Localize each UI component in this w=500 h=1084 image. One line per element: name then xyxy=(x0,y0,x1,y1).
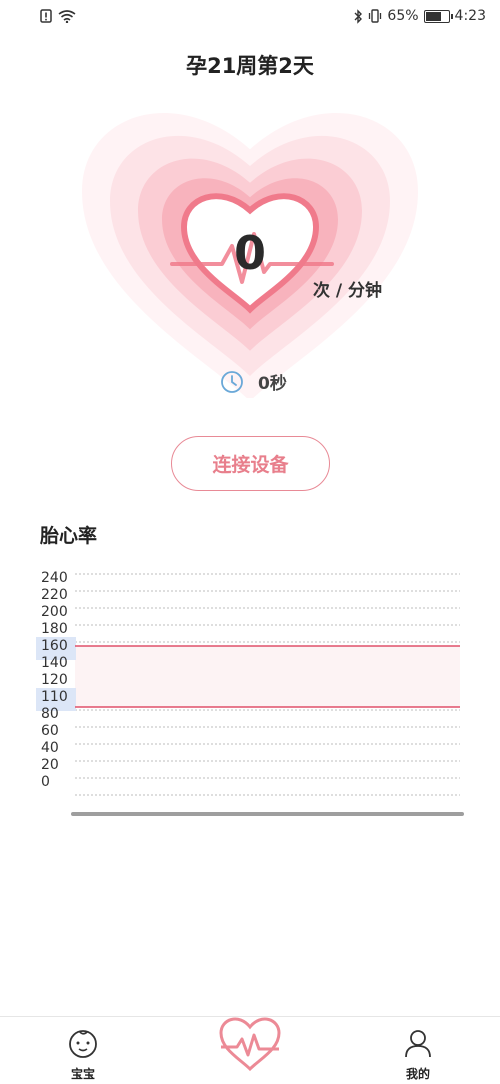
nav-label-mine: 我的 xyxy=(405,1067,430,1081)
connect-device-label: 连接设备 xyxy=(212,454,289,476)
y-tick-label: 220 xyxy=(41,587,68,603)
y-tick-label: 120 xyxy=(41,672,68,688)
fetal-heart-rate-title: 胎心率 xyxy=(40,525,98,547)
status-right: 65% 4:23 xyxy=(353,8,486,24)
y-tick-label: 110 xyxy=(41,689,68,705)
battery-icon xyxy=(423,9,453,23)
y-tick-label: 200 xyxy=(41,604,68,620)
y-tick-label: 160 xyxy=(41,638,68,654)
person-icon xyxy=(405,1030,431,1058)
duration-timer: 0秒 xyxy=(220,369,287,394)
bottom-nav: 宝宝 我的 xyxy=(0,1016,500,1084)
alert-icon xyxy=(40,9,52,23)
baby-face-icon xyxy=(69,1030,97,1058)
y-tick-label: 80 xyxy=(41,706,59,722)
duration-value: 0秒 xyxy=(258,374,287,394)
fetal-heart-rate-chart: 240220200180160140120110806040200 xyxy=(36,570,464,816)
chart-scroll-track xyxy=(71,812,464,816)
status-time: 4:23 xyxy=(454,8,486,24)
y-tick-label: 140 xyxy=(41,655,68,671)
wifi-icon xyxy=(58,10,76,23)
heartbeat-icon xyxy=(219,1017,281,1072)
y-tick-label: 0 xyxy=(41,774,50,790)
nav-item-baby[interactable]: 宝宝 xyxy=(53,1027,113,1082)
y-tick-label: 20 xyxy=(41,757,59,773)
y-tick-label: 240 xyxy=(41,570,68,586)
status-bar: 65% 4:23 xyxy=(0,0,500,38)
y-tick-label: 180 xyxy=(41,621,68,637)
battery-percent: 65% xyxy=(387,8,419,24)
clock-icon xyxy=(221,370,243,393)
page-title: 孕21周第2天 xyxy=(186,54,314,78)
y-tick-label: 40 xyxy=(41,740,59,756)
bpm-unit: 次 / 分钟 xyxy=(313,281,383,301)
status-left xyxy=(40,9,76,23)
bluetooth-icon xyxy=(354,8,363,24)
nav-item-heartbeat[interactable] xyxy=(215,1007,285,1077)
nav-item-mine[interactable]: 我的 xyxy=(388,1027,448,1082)
bpm-value: 0 xyxy=(233,226,266,280)
normal-range-band xyxy=(75,646,460,707)
nav-label-baby: 宝宝 xyxy=(70,1067,95,1081)
y-tick-label: 60 xyxy=(41,723,59,739)
connect-device-button[interactable]: 连接设备 xyxy=(171,436,330,491)
vibrate-icon xyxy=(369,9,382,23)
